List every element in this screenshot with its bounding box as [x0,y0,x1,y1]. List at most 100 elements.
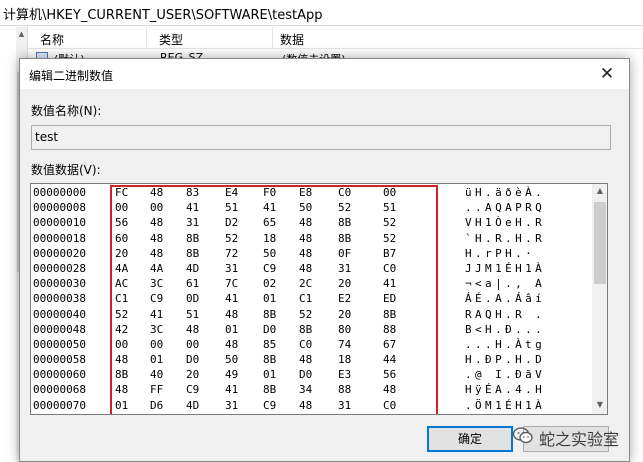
address-bar[interactable]: 计算机\HKEY_CURRENT_USER\SOFTWARE\testApp [0,0,643,26]
hex-ascii[interactable]: HÿÉA.4.H [465,383,545,396]
hex-byte[interactable]: 48 [383,383,396,396]
hex-byte[interactable]: C0 [299,338,312,351]
hex-byte[interactable]: 01 [338,414,351,415]
hex-byte[interactable]: 41 [263,201,276,214]
hex-ascii[interactable]: .ÖM1ÉH1À [465,399,545,412]
hex-byte[interactable]: 01 [263,292,276,305]
hex-byte[interactable]: B7 [383,247,396,260]
hex-byte[interactable]: 42 [115,323,128,336]
hex-byte[interactable]: 00 [383,186,396,199]
hex-byte[interactable]: D6 [150,399,163,412]
hex-ascii[interactable]: H.ÐP.H.D [465,353,545,366]
hex-byte[interactable]: 41 [225,292,238,305]
hex-byte[interactable]: 20 [338,308,351,321]
hex-byte[interactable]: AC [115,277,128,290]
hex-byte[interactable]: D0 [299,368,312,381]
hex-ascii[interactable]: B<H.Ð... [465,323,545,336]
hex-byte[interactable]: C1 [186,414,199,415]
hex-byte[interactable]: 8B [263,353,276,366]
scroll-down-icon[interactable]: ▼ [592,400,607,409]
hex-byte[interactable]: 41 [150,414,163,415]
hex-byte[interactable]: 3C [150,277,163,290]
hex-byte[interactable]: 48 [299,262,312,275]
hex-byte[interactable]: 34 [299,383,312,396]
hex-ascii[interactable]: VH1ÒeH.R [465,216,545,229]
hex-byte[interactable]: 80 [338,323,351,336]
hex-byte[interactable]: 40 [150,368,163,381]
hex-byte[interactable]: 20 [115,247,128,260]
hex-byte[interactable]: 50 [225,353,238,366]
hex-byte[interactable]: 00 [186,338,199,351]
hex-byte[interactable]: 8B [299,323,312,336]
scroll-up-icon[interactable]: ▲ [592,186,607,195]
hex-byte[interactable]: 48 [225,308,238,321]
hex-byte[interactable]: E3 [338,368,351,381]
hex-byte[interactable]: 52 [383,232,396,245]
hex-ascii[interactable]: ¬AÁÉ.A.Á [465,414,545,415]
hex-byte[interactable]: 7C [225,277,238,290]
hex-byte[interactable]: 48 [299,353,312,366]
hex-byte[interactable]: C0 [383,262,396,275]
hex-byte[interactable]: 00 [115,338,128,351]
hex-byte[interactable]: C0 [338,186,351,199]
dialog-titlebar[interactable]: 编辑二进制数值 ✕ [20,59,629,89]
hex-byte[interactable]: E4 [225,186,238,199]
hex-scrollbar[interactable]: ▲ ▼ [592,184,607,414]
hex-byte[interactable]: 48 [299,216,312,229]
hex-byte[interactable]: 72 [225,247,238,260]
hex-ascii[interactable]: JJM1ÉH1À [465,262,545,275]
hex-byte[interactable]: C0 [383,399,396,412]
hex-byte[interactable]: C9 [225,414,238,415]
hex-byte[interactable]: 48 [115,383,128,396]
hex-byte[interactable]: AC [115,414,128,415]
hex-byte[interactable]: 51 [186,308,199,321]
hex-byte[interactable]: 48 [150,186,163,199]
hex-byte[interactable]: C1 [299,292,312,305]
column-data[interactable]: 数据 [280,31,304,48]
hex-byte[interactable]: 31 [338,399,351,412]
hex-byte[interactable]: 00 [150,338,163,351]
hex-byte[interactable]: 52 [338,201,351,214]
hex-byte[interactable]: 61 [186,277,199,290]
hex-byte[interactable]: 01 [263,368,276,381]
hex-byte[interactable]: 31 [225,399,238,412]
tree-scroll-up-icon[interactable]: ▲ [16,30,27,38]
hex-byte[interactable]: D0 [263,323,276,336]
hex-ascii[interactable]: `H.R.H.R [465,232,545,245]
hex-byte[interactable]: C1 [383,414,396,415]
hex-byte[interactable]: E2 [338,292,351,305]
hex-byte[interactable]: 8B [186,247,199,260]
hex-byte[interactable]: 60 [115,232,128,245]
hex-byte[interactable]: 31 [225,262,238,275]
hex-byte[interactable]: 18 [263,232,276,245]
hex-byte[interactable]: C9 [263,399,276,412]
hex-byte[interactable]: 48 [299,247,312,260]
hex-byte[interactable]: 51 [225,201,238,214]
hex-byte[interactable]: 49 [225,368,238,381]
hex-byte[interactable]: 02 [263,277,276,290]
hex-byte[interactable]: 48 [186,323,199,336]
hex-byte[interactable]: 4D [186,399,199,412]
hex-byte[interactable]: 52 [225,232,238,245]
hex-byte[interactable]: FC [115,186,128,199]
hex-byte[interactable]: 88 [338,383,351,396]
column-name[interactable]: 名称 [40,31,64,48]
hex-byte[interactable]: F0 [263,186,276,199]
hex-byte[interactable]: E8 [299,186,312,199]
hex-byte[interactable]: 48 [115,353,128,366]
hex-byte[interactable]: 52 [299,308,312,321]
hex-byte[interactable]: 8B [186,232,199,245]
hex-byte[interactable]: 48 [299,399,312,412]
hex-ascii[interactable]: üH.äðèÀ. [465,186,545,199]
hex-byte[interactable]: 31 [338,262,351,275]
hex-ascii[interactable]: H.rPH.· [465,247,535,260]
hex-byte[interactable]: 4A [150,262,163,275]
hex-byte[interactable]: 48 [225,338,238,351]
hex-byte[interactable]: C9 [186,383,199,396]
hex-byte[interactable]: 01 [225,323,238,336]
hex-scroll-thumb[interactable] [594,202,606,284]
hex-byte[interactable]: D2 [225,216,238,229]
hex-byte[interactable]: FF [150,383,163,396]
hex-byte[interactable]: C9 [263,262,276,275]
hex-byte[interactable]: 2C [299,277,312,290]
